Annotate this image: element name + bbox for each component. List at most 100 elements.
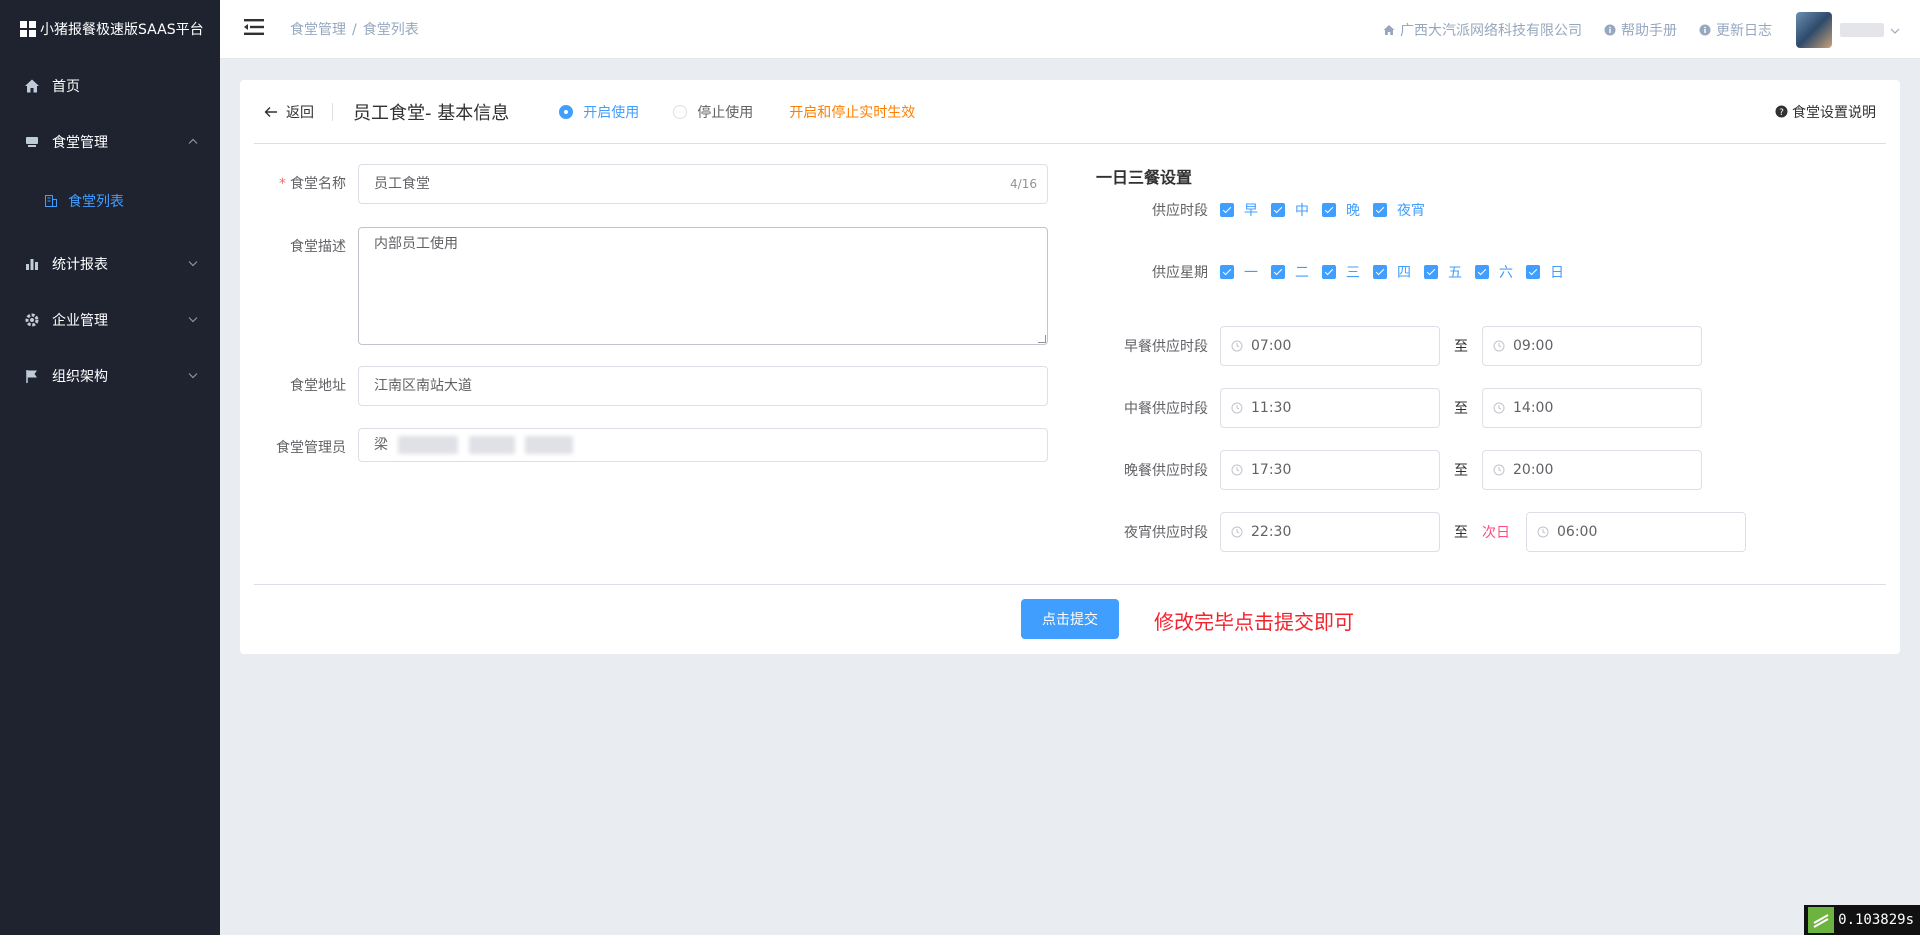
breadcrumb-item-canteen[interactable]: 食堂管理 xyxy=(290,22,346,38)
submit-button[interactable]: 点击提交 xyxy=(1021,599,1119,639)
dinner-label: 晚餐供应时段 xyxy=(1124,463,1208,479)
meal-settings-title: 一日三餐设置 xyxy=(1096,168,1193,187)
load-timer-badge: 0.103829s xyxy=(1804,905,1920,935)
changelog-label: 更新日志 xyxy=(1716,22,1772,39)
lunch-end-time[interactable]: 14:00 xyxy=(1482,388,1702,428)
sidebar-item-home[interactable]: 首页 xyxy=(0,58,220,114)
required-asterisk: * xyxy=(279,176,286,192)
clock-icon xyxy=(1537,526,1549,538)
checkbox-weekday-1[interactable]: 一 xyxy=(1220,262,1258,282)
sidebar-item-label: 首页 xyxy=(52,79,80,95)
chevron-down-icon xyxy=(188,371,198,382)
name-input[interactable]: 员工食堂 4/16 xyxy=(358,164,1048,204)
load-time: 0.103829s xyxy=(1838,912,1914,928)
sidebar-item-canteen[interactable]: 食堂管理 xyxy=(0,114,220,170)
blurred-text xyxy=(525,436,574,454)
sidebar-item-canteen-list[interactable]: 食堂列表 xyxy=(0,176,220,226)
checkbox-weekday-6[interactable]: 六 xyxy=(1475,262,1513,282)
username-blurred[interactable] xyxy=(1840,22,1884,37)
sidebar-item-label: 组织架构 xyxy=(52,369,108,385)
address-value: 江南区南站大道 xyxy=(374,378,472,394)
status-radio-on[interactable]: 开启使用 xyxy=(559,102,639,122)
sidebar-item-organization[interactable]: 组织架构 xyxy=(0,348,220,404)
supply-time-row: 供应时段 早 中 晚 夜宵 xyxy=(1110,200,1438,220)
submit-hint: 修改完毕点击提交即可 xyxy=(1154,610,1354,634)
flag-icon xyxy=(24,368,40,384)
radio-label: 开启使用 xyxy=(583,104,640,121)
svg-text:?: ? xyxy=(1779,108,1784,118)
radio-label: 停止使用 xyxy=(697,104,754,121)
back-label: 返回 xyxy=(286,104,314,121)
clock-icon xyxy=(1493,402,1505,414)
form-row-address: 食堂地址 江南区南站大道 xyxy=(254,366,1048,406)
time-value: 22:30 xyxy=(1251,524,1292,540)
manager-value: 梁 xyxy=(374,437,388,453)
back-button[interactable]: 返回 xyxy=(254,102,333,121)
card-header: 返回 员工食堂- 基本信息 开启使用 停止使用 开启和停止实时生效 ? 食堂设置… xyxy=(254,80,1886,144)
late-night-end-time[interactable]: 06:00 xyxy=(1526,512,1746,552)
checkbox-weekday-3[interactable]: 三 xyxy=(1322,262,1360,282)
checkbox-lunch[interactable]: 中 xyxy=(1271,200,1309,220)
timer-logo-icon xyxy=(1808,907,1835,933)
lunch-start-time[interactable]: 11:30 xyxy=(1220,388,1440,428)
help-manual-link[interactable]: 帮助手册 xyxy=(1604,20,1677,40)
name-label-text: 食堂名称 xyxy=(290,176,346,192)
clock-icon xyxy=(1231,340,1243,352)
name-input-value: 员工食堂 xyxy=(374,176,430,192)
checkbox-checked xyxy=(1373,265,1387,279)
checkbox-weekday-2[interactable]: 二 xyxy=(1271,262,1309,282)
checkbox-checked xyxy=(1220,265,1234,279)
menu-toggle-icon[interactable] xyxy=(244,18,264,40)
question-circle-icon: ? xyxy=(1775,105,1788,118)
dinner-start-time[interactable]: 17:30 xyxy=(1220,450,1440,490)
status-radio-off[interactable]: 停止使用 xyxy=(673,102,753,122)
form-row-manager: 食堂管理员 梁 xyxy=(254,428,1048,468)
checkbox-weekday-7[interactable]: 日 xyxy=(1526,262,1564,282)
late-night-time-row: 夜宵供应时段 22:30 至 次日 06:00 xyxy=(1110,512,1746,552)
description-value: 内部员工使用 xyxy=(374,236,458,252)
address-input[interactable]: 江南区南站大道 xyxy=(358,366,1048,406)
breakfast-label: 早餐供应时段 xyxy=(1124,339,1208,355)
resize-handle[interactable] xyxy=(1038,335,1046,343)
checkbox-label: 晚 xyxy=(1346,203,1360,219)
canteen-settings-help-link[interactable]: ? 食堂设置说明 xyxy=(1775,102,1876,122)
description-textarea[interactable]: 内部员工使用 xyxy=(358,227,1048,345)
avatar[interactable] xyxy=(1796,11,1832,48)
breadcrumb: 食堂管理 / 食堂列表 xyxy=(290,19,419,39)
company-name: 广西大汽派网络科技有限公司 xyxy=(1400,22,1582,39)
manager-select[interactable]: 梁 xyxy=(358,428,1048,462)
canteen-detail-card: 返回 员工食堂- 基本信息 开启使用 停止使用 开启和停止实时生效 ? 食堂设置… xyxy=(240,80,1900,654)
checkbox-late-night[interactable]: 夜宵 xyxy=(1373,200,1425,220)
time-value: 07:00 xyxy=(1251,338,1292,354)
supply-time-label: 供应时段 xyxy=(1152,203,1208,219)
clock-icon xyxy=(1231,402,1243,414)
checkbox-weekday-5[interactable]: 五 xyxy=(1424,262,1462,282)
top-header: 食堂管理 / 食堂列表 广西大汽派网络科技有限公司 帮助手册 更新日志 xyxy=(220,0,1920,59)
checkbox-label: 五 xyxy=(1448,265,1462,281)
checkbox-checked xyxy=(1424,265,1438,279)
checkbox-dinner[interactable]: 晚 xyxy=(1322,200,1360,220)
changelog-link[interactable]: 更新日志 xyxy=(1699,20,1772,40)
chevron-down-icon[interactable] xyxy=(1890,22,1900,38)
radio-dot xyxy=(559,104,574,119)
sidebar-item-enterprise[interactable]: 企业管理 xyxy=(0,292,220,348)
chevron-up-icon xyxy=(188,137,198,148)
breakfast-end-time[interactable]: 09:00 xyxy=(1482,326,1702,366)
to-label: 至 xyxy=(1454,463,1468,479)
info-circle-icon xyxy=(1604,24,1616,36)
checkbox-label: 一 xyxy=(1244,265,1258,281)
clock-icon xyxy=(1231,464,1243,476)
checkbox-checked xyxy=(1526,265,1540,279)
dinner-end-time[interactable]: 20:00 xyxy=(1482,450,1702,490)
checkbox-breakfast[interactable]: 早 xyxy=(1220,200,1258,220)
chevron-down-icon xyxy=(188,315,198,326)
checkbox-weekday-4[interactable]: 四 xyxy=(1373,262,1411,282)
breakfast-time-row: 早餐供应时段 07:00 至 09:00 xyxy=(1110,326,1702,366)
form-row-name: * 食堂名称 员工食堂 4/16 xyxy=(254,164,1048,204)
home-icon xyxy=(24,78,40,94)
breakfast-start-time[interactable]: 07:00 xyxy=(1220,326,1440,366)
late-night-start-time[interactable]: 22:30 xyxy=(1220,512,1440,552)
app-logo[interactable]: 小猪报餐极速版SAAS平台 xyxy=(0,0,220,58)
company-link[interactable]: 广西大汽派网络科技有限公司 xyxy=(1383,20,1582,40)
sidebar-item-reports[interactable]: 统计报表 xyxy=(0,236,220,292)
